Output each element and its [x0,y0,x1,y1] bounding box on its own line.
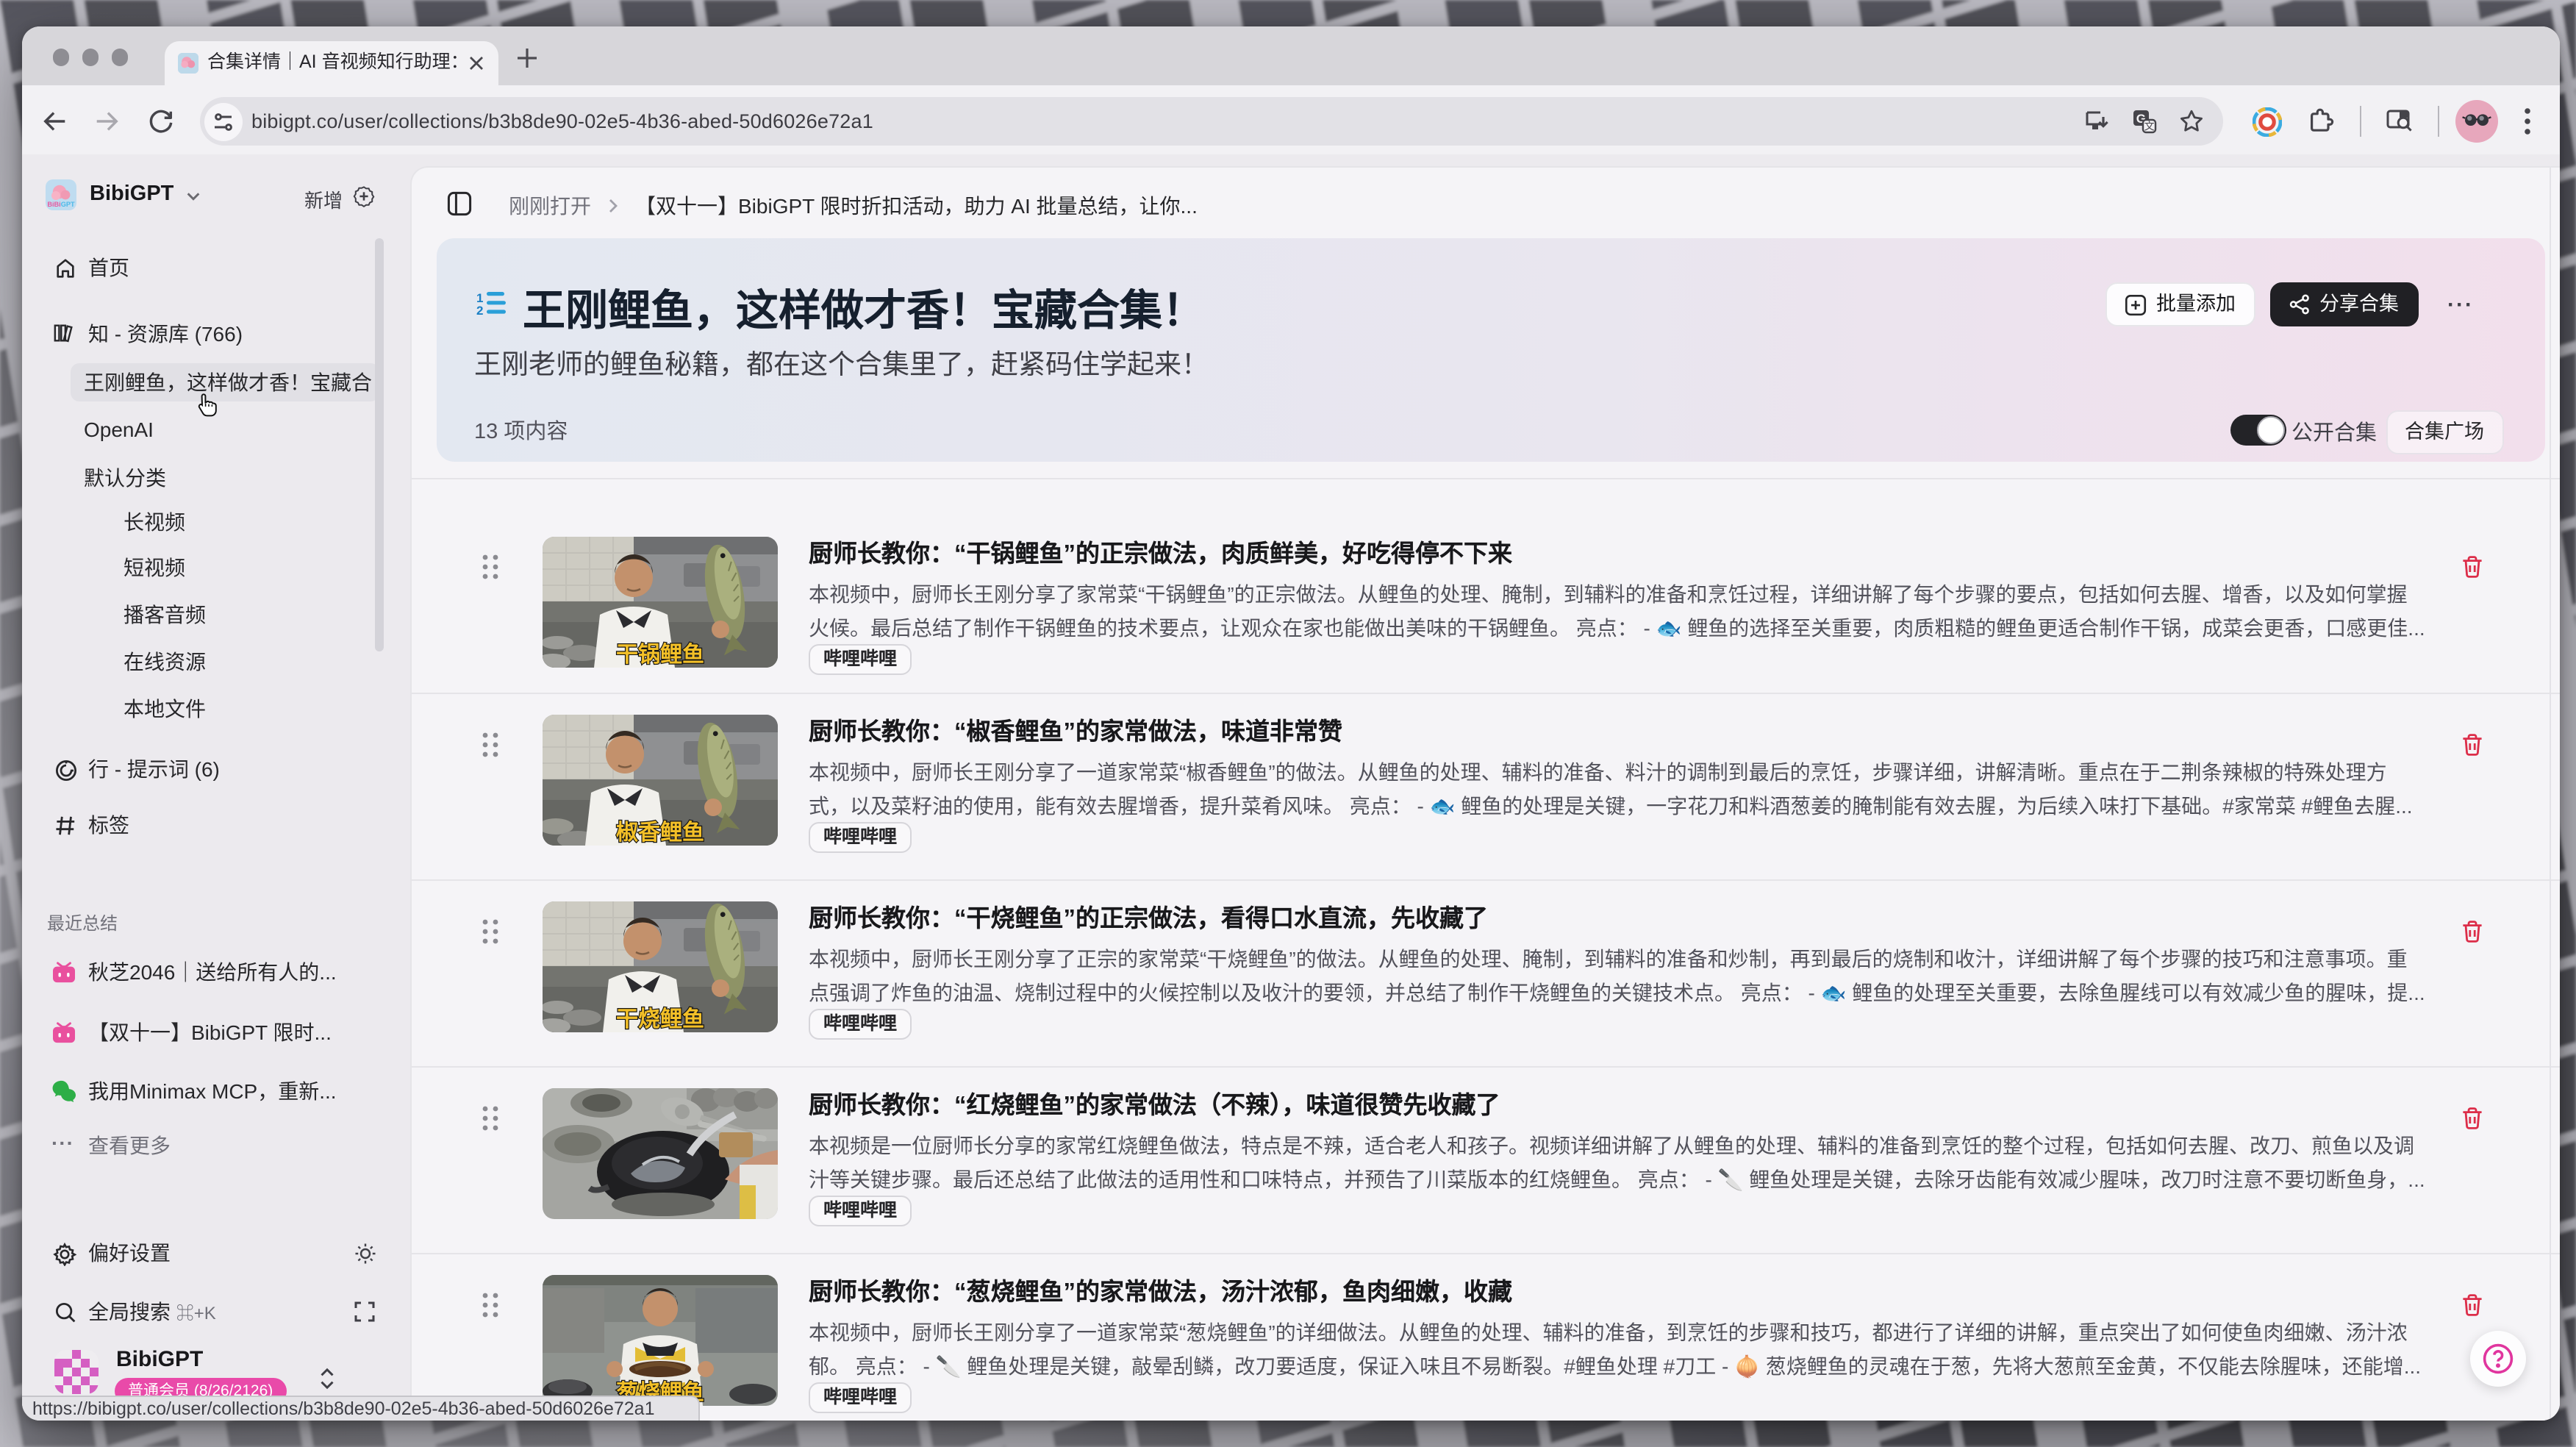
svg-text:干烧鲤鱼: 干烧鲤鱼 [616,1007,704,1032]
svg-text:椒香鲤鱼: 椒香鲤鱼 [616,820,704,845]
svg-text:文: 文 [2144,120,2155,132]
svg-text:2: 2 [476,304,482,315]
svg-text:干锅鲤鱼: 干锅鲤鱼 [616,642,704,667]
svg-text:BiBiGPT: BiBiGPT [47,201,75,208]
